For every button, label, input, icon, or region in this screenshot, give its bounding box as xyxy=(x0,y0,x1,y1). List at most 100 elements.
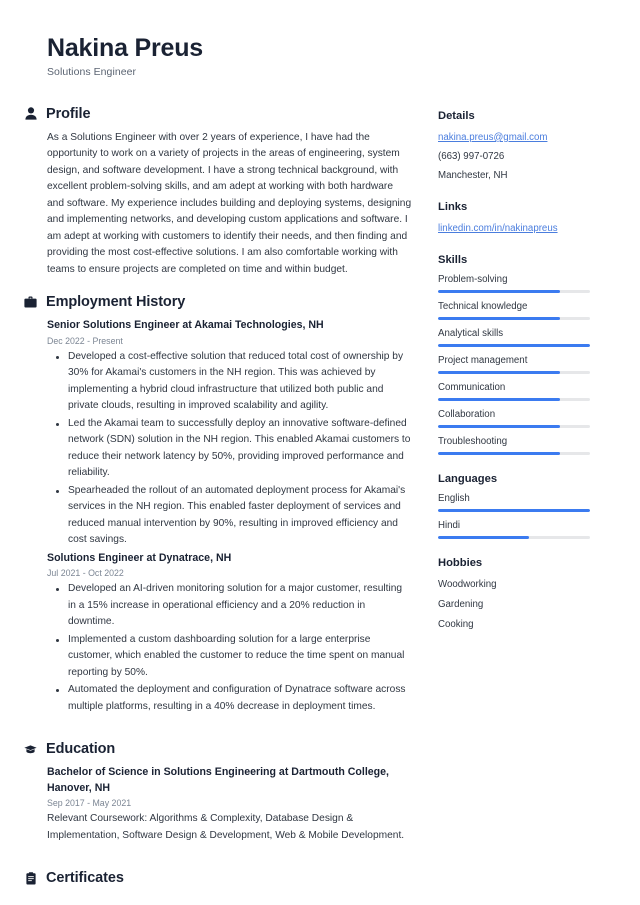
sidebar-title-hobbies: Hobbies xyxy=(438,556,483,569)
education-entry: Bachelor of Science in Solutions Enginee… xyxy=(47,765,412,844)
education-entry-description: Relevant Coursework: Algorithms & Comple… xyxy=(47,813,405,841)
linkedin-link[interactable]: linkedin.com/in/nakinapreus xyxy=(438,221,604,236)
resume-columns: Profile As a Solutions Engineer with ove… xyxy=(24,106,616,902)
skill-label: Technical knowledge xyxy=(438,300,528,312)
sidebar-block-links: Links linkedin.com/in/nakinapreus xyxy=(438,201,604,236)
section-body-education: Bachelor of Science in Solutions Enginee… xyxy=(24,765,412,844)
phone-text: (663) 997-0726 xyxy=(438,150,505,162)
skill-item: Communication xyxy=(438,382,604,401)
skill-bar-track xyxy=(438,397,590,401)
section-profile: Profile As a Solutions Engineer with ove… xyxy=(24,106,412,279)
section-header-employment: Employment History xyxy=(24,294,412,310)
skill-label: Troubleshooting xyxy=(438,435,508,447)
skill-item: Technical knowledge xyxy=(438,301,604,320)
person-icon xyxy=(24,107,37,121)
skill-item: Problem-solving xyxy=(438,274,604,293)
language-item: Hindi xyxy=(438,520,604,539)
section-title-education: Education xyxy=(46,741,116,758)
employment-entry: Senior Solutions Engineer at Akamai Tech… xyxy=(47,318,412,549)
candidate-name: Nakina Preus xyxy=(47,34,204,62)
hobby-item: Woodworking xyxy=(438,578,497,590)
education-entry-date: Sep 2017 - May 2021 xyxy=(47,798,132,809)
bullet-item: Developed an AI-driven monitoring soluti… xyxy=(47,581,412,631)
clipboard-icon xyxy=(24,871,37,885)
skill-bar-fill xyxy=(438,343,590,347)
skill-label: Communication xyxy=(438,381,506,393)
skill-bar-track xyxy=(438,424,590,428)
sidebar-title-details: Details xyxy=(438,109,475,122)
section-title-employment: Employment History xyxy=(46,294,186,311)
section-title-profile: Profile xyxy=(46,105,91,122)
skill-label: Analytical skills xyxy=(438,327,504,339)
skill-bar-fill xyxy=(438,370,560,374)
skill-item: Project management xyxy=(438,355,604,374)
skill-bar-fill xyxy=(438,289,560,293)
section-employment-history: Employment History Senior Solutions Engi… xyxy=(24,294,412,715)
section-body-profile: As a Solutions Engineer with over 2 year… xyxy=(24,130,412,279)
skill-bar-fill xyxy=(438,397,560,401)
resume-page: Nakina Preus Solutions Engineer Profile xyxy=(0,0,640,905)
resume-header: Nakina Preus Solutions Engineer xyxy=(24,0,616,78)
employment-entry-date: Dec 2022 - Present xyxy=(47,335,123,346)
location-text: Manchester, NH xyxy=(438,169,508,181)
section-header-education: Education xyxy=(24,741,412,757)
sidebar-title-links: Links xyxy=(438,200,468,213)
employment-entry: Solutions Engineer at Dynatrace, NH Jul … xyxy=(47,551,412,715)
briefcase-icon xyxy=(24,295,37,309)
skill-bar-track xyxy=(438,316,590,320)
bullet-item: Spearheaded the rollout of an automated … xyxy=(47,483,412,549)
sidebar-block-skills: Skills Problem-solving Technical knowled… xyxy=(438,254,604,455)
employment-entry-title: Solutions Engineer at Dynatrace, NH xyxy=(47,551,232,564)
section-header-certificates: Certificates xyxy=(24,870,412,886)
bullet-item: Developed a cost-effective solution that… xyxy=(47,349,412,415)
section-education: Education Bachelor of Science in Solutio… xyxy=(24,741,412,844)
skill-item: Troubleshooting xyxy=(438,436,604,455)
sidebar-block-languages: Languages English Hindi xyxy=(438,473,604,539)
section-certificates: Certificates xyxy=(24,870,412,886)
skill-item: Analytical skills xyxy=(438,328,604,347)
skill-label: Collaboration xyxy=(438,408,496,420)
bullet-item: Automated the deployment and configurati… xyxy=(47,682,412,715)
language-bar-track xyxy=(438,535,590,539)
sidebar-title-skills: Skills xyxy=(438,253,468,266)
graduation-cap-icon xyxy=(24,742,37,756)
skill-bar-track xyxy=(438,289,590,293)
bullet-item: Led the Akamai team to successfully depl… xyxy=(47,416,412,482)
skill-bar-fill xyxy=(438,451,560,455)
education-entry-title: Bachelor of Science in Solutions Enginee… xyxy=(47,766,389,794)
section-header-profile: Profile xyxy=(24,106,412,122)
skill-bar-fill xyxy=(438,316,560,320)
profile-text: As a Solutions Engineer with over 2 year… xyxy=(47,131,412,275)
employment-entry-date: Jul 2021 - Oct 2022 xyxy=(47,568,124,579)
sidebar-block-hobbies: Hobbies Woodworking Gardening Cooking xyxy=(438,557,604,632)
language-bar-fill xyxy=(438,535,530,539)
skill-bar-track xyxy=(438,370,590,374)
bullet-item: Implemented a custom dashboarding soluti… xyxy=(47,632,412,682)
skill-item: Collaboration xyxy=(438,409,604,428)
employment-entry-bullets: Developed an AI-driven monitoring soluti… xyxy=(47,581,412,715)
employment-entry-title: Senior Solutions Engineer at Akamai Tech… xyxy=(47,319,324,332)
candidate-job-title: Solutions Engineer xyxy=(47,65,137,78)
email-link[interactable]: nakina.preus@gmail.com xyxy=(438,130,604,145)
language-bar-track xyxy=(438,508,590,512)
language-item: English xyxy=(438,493,604,512)
language-label: Hindi xyxy=(438,519,461,531)
language-label: English xyxy=(438,492,470,504)
sidebar-block-details: Details nakina.preus@gmail.com (663) 997… xyxy=(438,110,604,183)
sidebar-column: Details nakina.preus@gmail.com (663) 997… xyxy=(438,106,604,650)
section-body-employment: Senior Solutions Engineer at Akamai Tech… xyxy=(24,318,412,715)
skill-label: Problem-solving xyxy=(438,273,508,285)
skill-bar-fill xyxy=(438,424,560,428)
main-column: Profile As a Solutions Engineer with ove… xyxy=(24,106,412,902)
sidebar-title-languages: Languages xyxy=(438,472,498,485)
hobby-item: Cooking xyxy=(438,618,474,630)
employment-entry-bullets: Developed a cost-effective solution that… xyxy=(47,349,412,549)
skill-bar-track xyxy=(438,343,590,347)
language-bar-fill xyxy=(438,508,590,512)
skill-label: Project management xyxy=(438,354,528,366)
hobby-item: Gardening xyxy=(438,598,484,610)
section-title-certificates: Certificates xyxy=(46,870,124,887)
skill-bar-track xyxy=(438,451,590,455)
